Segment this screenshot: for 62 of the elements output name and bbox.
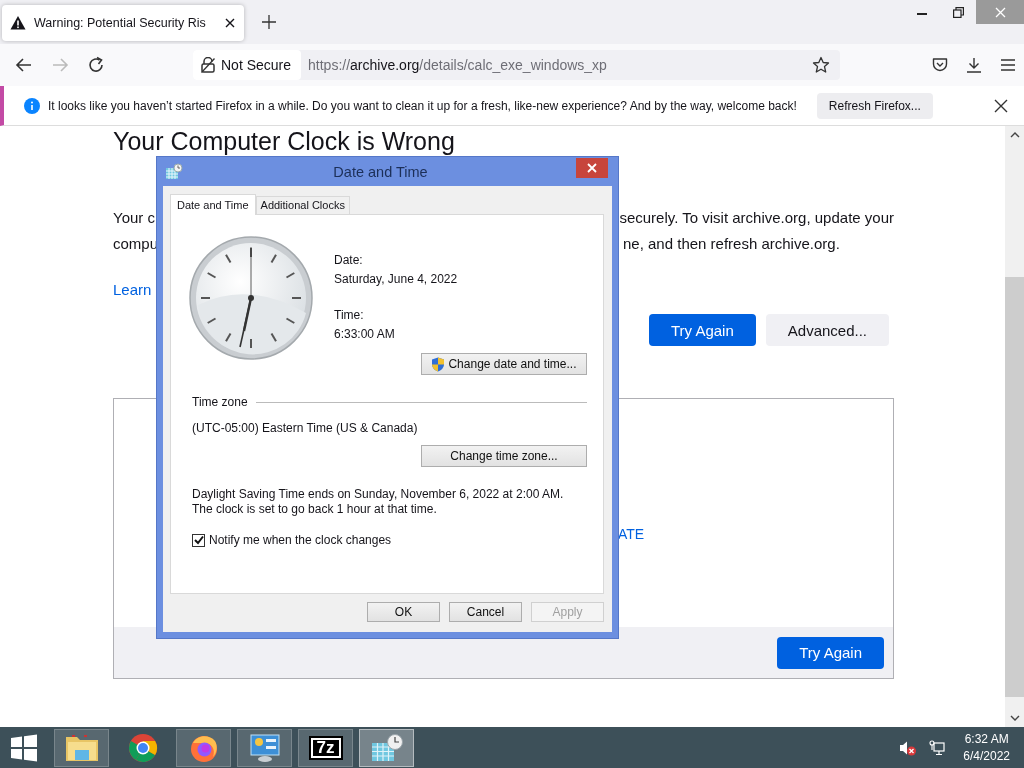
not-secure-button[interactable]: Not Secure — [193, 50, 302, 80]
calendar-clock-icon — [165, 162, 183, 181]
taskbar-app-button[interactable] — [54, 728, 109, 767]
link-text[interactable]: ATE — [618, 526, 645, 542]
taskbar-app-button[interactable] — [237, 728, 292, 767]
muted-speaker-icon[interactable] — [899, 739, 918, 756]
checkbox-label[interactable]: Notify me when the clock changes — [209, 533, 392, 547]
control-panel-icon — [248, 732, 281, 763]
paragraph-text: securely. To visit archive.org, update your — [619, 208, 894, 228]
unlocked-padlock-icon — [201, 57, 215, 73]
scroll-up-icon[interactable] — [1009, 132, 1020, 138]
dialog-tab[interactable]: Date and Time — [170, 194, 256, 215]
taskbar-app-button[interactable] — [176, 728, 231, 767]
advanced-button[interactable]: Advanced... — [765, 314, 889, 346]
browser-logo-icon — [127, 732, 158, 763]
close-icon[interactable] — [994, 98, 1008, 113]
close-button[interactable] — [576, 158, 608, 178]
start-icon[interactable] — [10, 733, 38, 762]
new-tab-icon[interactable] — [262, 15, 276, 29]
menu-icon[interactable] — [1000, 58, 1016, 72]
time-zone-value: (UTC-05:00) Eastern Time (US & Canada) — [192, 421, 419, 435]
try-again-button[interactable]: Try Again — [777, 636, 884, 669]
url-text[interactable]: https://archive.org/details/calc_exe_windows_xp — [308, 57, 812, 73]
try-again-button[interactable]: Try Again — [648, 314, 756, 346]
pocket-icon[interactable] — [932, 57, 948, 73]
dialog-title: Date and Time — [332, 163, 429, 180]
scrollbar-thumb[interactable] — [1005, 277, 1024, 697]
dialog-button[interactable]: Cancel — [449, 602, 522, 622]
archiver-logo-icon: 7z — [308, 735, 343, 760]
date-label: Date: — [334, 253, 364, 267]
section-heading: Time zone — [192, 395, 248, 409]
date-value: Saturday, June 4, 2022 — [334, 272, 458, 286]
notification-message: It looks like you haven’t started Firefox in a while. Do you want to clean it up for a fresh, like-new experience? And by the way, welcome back! — [48, 98, 797, 113]
browser-tab[interactable]: Warning: Potential Security Ris — [2, 5, 244, 41]
taskbar-app-button[interactable]: 7z — [298, 728, 353, 767]
time-label: Time: — [334, 308, 365, 322]
checkbox[interactable] — [192, 533, 205, 547]
reload-icon[interactable] — [87, 56, 105, 74]
shield-icon — [431, 356, 446, 372]
calendar-clock-icon — [369, 732, 404, 763]
taskbar-clock[interactable]: 6:32 AM 6/4/2022 — [963, 730, 1010, 765]
learn-more-link[interactable]: Learn — [113, 281, 152, 298]
scroll-down-icon[interactable] — [1009, 715, 1020, 721]
folder-icon — [64, 732, 99, 763]
change-time-zone-button[interactable]: Change time zone... — [421, 445, 587, 467]
dialog-button[interactable]: OK — [367, 602, 440, 622]
taskbar-app-button[interactable] — [359, 728, 414, 767]
dialog-tab[interactable]: Additional Clocks — [255, 196, 350, 214]
change-date-time-button[interactable]: Change date and time... — [421, 353, 587, 375]
network-icon[interactable] — [929, 739, 946, 756]
page-heading: Your Computer Clock is Wrong — [113, 128, 455, 154]
star-icon[interactable] — [812, 56, 830, 74]
paragraph-text: ne, and then refresh archive.org. — [623, 234, 840, 254]
back-icon[interactable] — [15, 56, 33, 74]
download-icon[interactable] — [966, 57, 982, 73]
info-icon — [24, 97, 40, 114]
time-value: 6:33:00 AM — [334, 327, 396, 341]
close-icon[interactable] — [224, 17, 236, 29]
restore-icon[interactable] — [952, 6, 964, 18]
dst-note: Daylight Saving Time ends on Sunday, November 6, 2022 at 2:00 AM. The clock is set to go back 1 hour at that time. — [192, 487, 565, 517]
warning-icon — [10, 15, 26, 31]
refresh-firefox-button[interactable]: Refresh Firefox... — [816, 92, 933, 119]
